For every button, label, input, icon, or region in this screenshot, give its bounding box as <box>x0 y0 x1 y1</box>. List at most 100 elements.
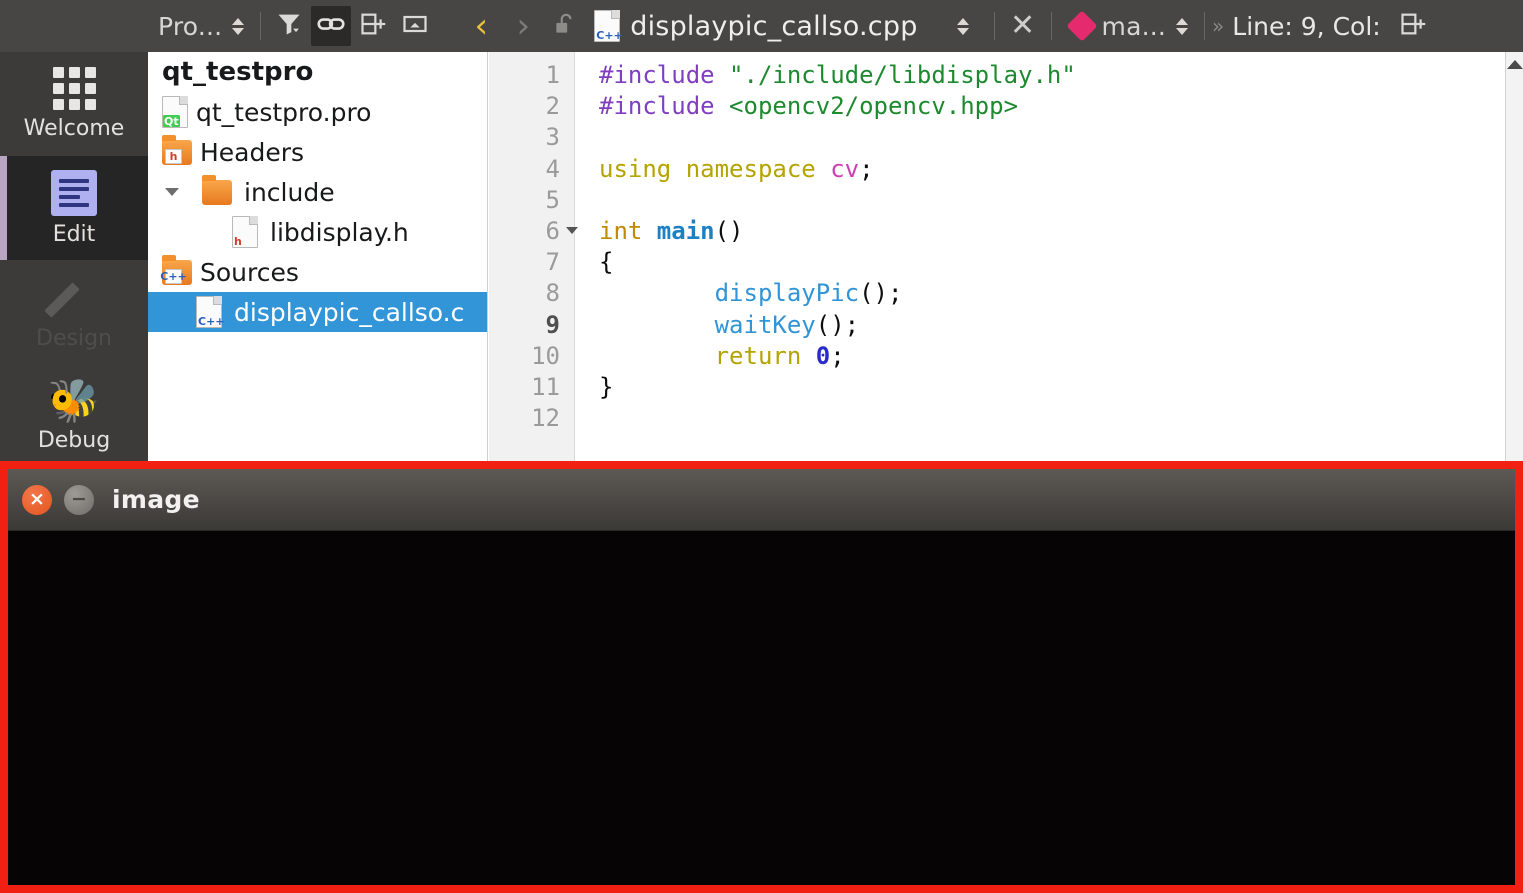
mode-item-label: Welcome <box>23 116 125 141</box>
h-file-icon: h <box>232 216 258 248</box>
filter-button[interactable] <box>269 6 309 46</box>
expander-expanded-icon[interactable] <box>162 188 182 196</box>
code-token: <opencv2/opencv.hpp> <box>729 92 1019 121</box>
code-token: (); <box>815 310 860 339</box>
close-icon[interactable]: × <box>22 484 52 515</box>
tree-node-label: qt_testpro <box>162 57 314 87</box>
bookmark-diamond-icon <box>1065 10 1098 42</box>
code-text-area[interactable]: #include "./include/libdisplay.h" #includ… <box>575 52 1505 461</box>
image-display-window: × − image <box>0 461 1523 893</box>
project-selector[interactable]: Pro... <box>148 0 253 52</box>
tree-node-include-folder[interactable]: include <box>148 172 487 212</box>
code-token: ; <box>859 154 874 183</box>
code-line: return 0; <box>575 341 845 372</box>
tree-node-headers[interactable]: h Headers <box>148 132 487 172</box>
forward-arrow-icon: › <box>516 6 531 46</box>
line-number: 6 <box>546 216 578 247</box>
link-icon <box>316 9 346 43</box>
scroll-up-arrow-icon[interactable] <box>1506 60 1523 69</box>
editor-vertical-scrollbar[interactable] <box>1505 52 1523 461</box>
split-editor-button[interactable] <box>353 6 393 46</box>
split-editor-button-right[interactable] <box>1393 6 1433 46</box>
image-canvas <box>8 531 1515 885</box>
mode-item-edit[interactable]: Edit <box>0 156 148 260</box>
toolbar-divider <box>1204 12 1206 40</box>
code-token: { <box>599 248 614 277</box>
toolbar-left-spacer <box>0 0 148 52</box>
code-token: using namespace <box>599 154 831 183</box>
line-number: 11 <box>531 373 560 401</box>
lock-document-button[interactable] <box>545 6 585 46</box>
tree-node-label: libdisplay.h <box>270 217 409 247</box>
code-editor[interactable]: 1 2 3 4 5 6 7 8 9 10 11 12 #include "./include/libd… <box>489 52 1523 461</box>
project-selector-label: Pro... <box>158 11 223 41</box>
pencil-icon <box>51 274 97 320</box>
code-token: (); <box>859 279 903 308</box>
code-line: int main() <box>575 216 744 247</box>
sources-folder-icon: C++ <box>158 254 192 285</box>
folder-icon <box>202 174 232 205</box>
filter-icon <box>275 10 303 42</box>
code-token: cv <box>830 154 860 183</box>
remove-split-button[interactable] <box>395 6 435 46</box>
link-with-editor-button[interactable] <box>311 6 352 46</box>
screen: Pro... ‹ › C++ displaypic_callso.cpp ✕ m… <box>0 0 1523 893</box>
mode-item-label: Edit <box>52 221 96 247</box>
split-editor-icon <box>359 10 387 42</box>
tree-node-label: displaypic_callso.c <box>234 297 465 327</box>
line-number: 9 <box>545 310 560 339</box>
mode-item-welcome[interactable]: Welcome <box>0 52 148 156</box>
close-document-button[interactable]: ✕ <box>1003 6 1043 46</box>
tree-node-libdisplay-header[interactable]: h libdisplay.h <box>148 212 487 252</box>
mode-item-label: Debug <box>37 427 111 453</box>
toolbar-divider <box>993 12 995 40</box>
line-number: 7 <box>545 248 560 277</box>
code-token: displayPic <box>714 279 860 308</box>
navigate-forward-button[interactable]: › <box>503 6 543 46</box>
project-tree[interactable]: qt_testpro Qt qt_testpro.pro h Headers i… <box>148 52 488 461</box>
mode-selector-bar: Welcome Edit Design 🐝 Debug <box>0 52 148 461</box>
mode-item-label: Design <box>36 325 112 351</box>
code-line: { <box>575 247 613 278</box>
line-number: 3 <box>545 123 560 152</box>
line-number: 12 <box>531 404 560 433</box>
line-number: 5 <box>545 185 560 214</box>
line-number-gutter: 1 2 3 4 5 6 7 8 9 10 11 12 <box>489 52 578 461</box>
window-title-label: image <box>112 485 200 514</box>
mode-item-design: Design <box>0 260 148 364</box>
project-toolbar-group: Pro... <box>148 0 436 52</box>
code-token: () <box>714 217 744 245</box>
qt-project-file-icon: Qt <box>162 96 188 128</box>
tree-node-sources[interactable]: C++ Sources <box>148 252 487 292</box>
close-icon: ✕ <box>1009 8 1036 43</box>
code-line: } <box>575 372 613 403</box>
open-documents-selector[interactable] <box>940 6 986 46</box>
navigate-back-button[interactable]: ‹ <box>461 6 501 46</box>
tree-node-label: qt_testpro.pro <box>196 97 372 127</box>
top-toolbar: Pro... ‹ › C++ displaypic_callso.cpp ✕ m… <box>0 0 1523 52</box>
symbol-selector-label: ma... <box>1101 11 1167 41</box>
code-token: #include <box>599 61 730 89</box>
tree-node-qt-pro-file[interactable]: Qt qt_testpro.pro <box>148 92 487 132</box>
chevron-updown-icon <box>1175 17 1189 35</box>
tree-node-project-root[interactable]: qt_testpro <box>148 52 487 92</box>
toolbar-overflow-icon[interactable]: » <box>1212 14 1224 38</box>
window-titlebar: × − image <box>8 469 1515 531</box>
back-arrow-icon: ‹ <box>474 6 489 46</box>
tree-node-label: Headers <box>200 137 305 167</box>
code-token: ; <box>830 341 845 370</box>
minimize-icon[interactable]: − <box>64 484 94 515</box>
code-line: #include "./include/libdisplay.h" <box>575 60 1076 91</box>
code-line: waitKey(); <box>575 310 860 341</box>
line-number: 10 <box>531 341 560 370</box>
tree-node-displaypic-source[interactable]: C++ displaypic_callso.c <box>148 292 487 332</box>
line-number: 2 <box>545 92 560 121</box>
mode-item-debug[interactable]: 🐝 Debug <box>0 364 148 468</box>
symbol-selector[interactable]: ma... <box>1059 0 1198 52</box>
headers-folder-icon: h <box>158 134 192 165</box>
